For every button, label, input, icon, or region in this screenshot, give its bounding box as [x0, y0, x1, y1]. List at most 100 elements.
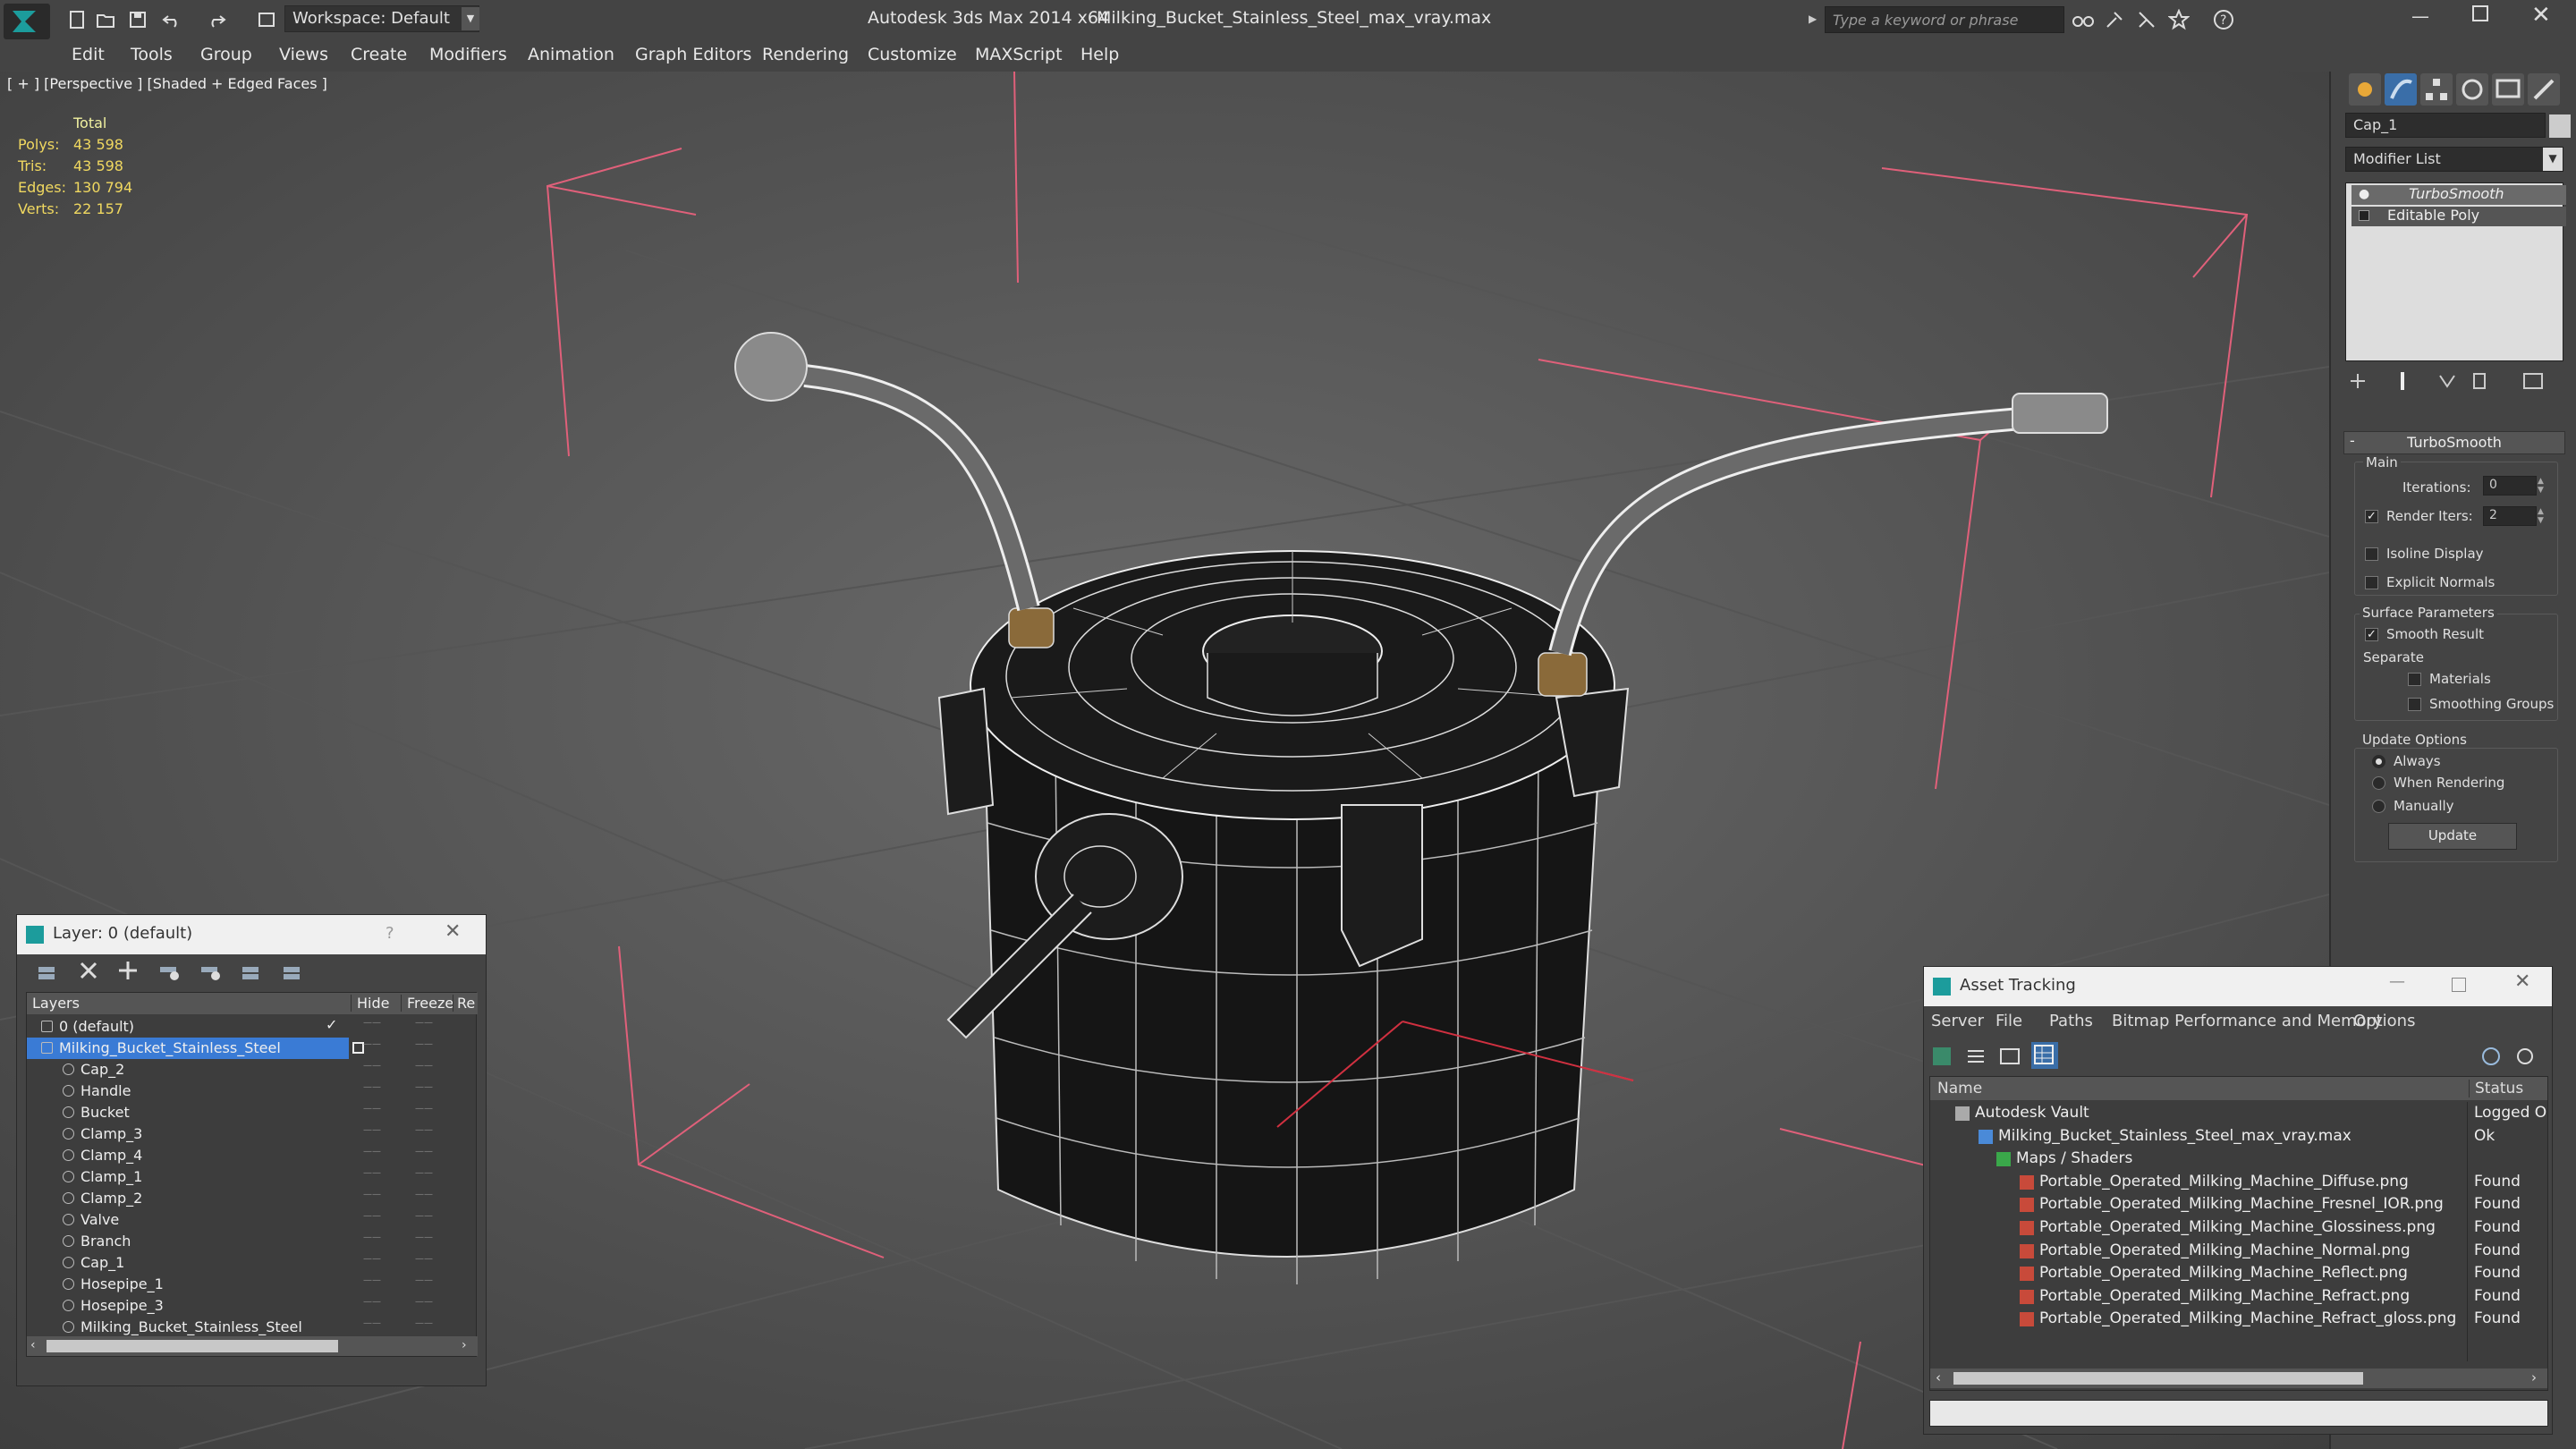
hide-toggle[interactable]: ——	[363, 1275, 381, 1285]
layer-object-row[interactable]: Branch —— ——	[27, 1231, 478, 1252]
asset-row[interactable]: Portable_Operated_Milking_Machine_Refrac…	[1930, 1285, 2547, 1309]
asset-path-field[interactable]	[1929, 1400, 2548, 1427]
freeze-toggle[interactable]: ——	[415, 1082, 433, 1092]
scroll-thumb[interactable]	[1953, 1372, 2363, 1385]
hide-toggle[interactable]: ——	[363, 1233, 381, 1242]
col-freeze[interactable]: Freeze	[401, 995, 453, 1012]
select-in-layer-icon[interactable]	[157, 958, 183, 985]
asset-maximize-icon[interactable]	[2452, 978, 2466, 992]
freeze-toggle[interactable]: ——	[415, 1125, 433, 1135]
always-radio[interactable]	[2372, 755, 2385, 768]
create-layer-icon[interactable]	[35, 958, 62, 985]
menu-modifiers[interactable]: Modifiers	[429, 45, 507, 64]
show-end-result-icon[interactable]	[2390, 369, 2417, 395]
update-button[interactable]: Update	[2388, 823, 2517, 850]
new-file-icon[interactable]	[66, 9, 91, 34]
layer-panel-help-icon[interactable]: ?	[386, 924, 394, 943]
app-logo-icon[interactable]	[4, 4, 50, 39]
list-view-icon[interactable]	[1963, 1044, 1990, 1071]
asset-row[interactable]: Portable_Operated_Milking_Machine_Glossi…	[1930, 1216, 2547, 1240]
scroll-right-icon[interactable]: ›	[462, 1338, 467, 1352]
menu-tools[interactable]: Tools	[131, 45, 173, 64]
hide-toggle[interactable]: ——	[363, 1147, 381, 1157]
render-iters-spinner[interactable]: 2 ▲ ▼	[2483, 506, 2544, 526]
layer-object-row[interactable]: Valve —— ——	[27, 1209, 478, 1231]
col-layers[interactable]: Layers	[32, 995, 80, 1012]
hide-toggle[interactable]: ——	[363, 1082, 381, 1092]
layer-object-row[interactable]: Clamp_3 —— ——	[27, 1123, 478, 1145]
hide-toggle[interactable]: ——	[363, 1039, 381, 1049]
workspace-arrow-button[interactable]: ▼	[462, 7, 479, 30]
delete-layer-icon[interactable]	[76, 958, 103, 985]
current-layer-check-icon[interactable]: ✓	[326, 1016, 337, 1033]
layer-object-row[interactable]: Clamp_1 —— ——	[27, 1166, 478, 1188]
layer-panel-close-icon[interactable]: ✕	[445, 920, 461, 943]
asset-settings-icon[interactable]	[2512, 1044, 2539, 1071]
freeze-toggle[interactable]: ——	[415, 1211, 433, 1221]
create-tab-icon[interactable]	[2349, 73, 2381, 106]
lightbulb-icon[interactable]: ●	[2359, 187, 2369, 201]
asset-row[interactable]: Portable_Operated_Milking_Machine_Refrac…	[1930, 1308, 2547, 1331]
hide-toggle[interactable]: ——	[363, 1254, 381, 1264]
freeze-toggle[interactable]: ——	[415, 1254, 433, 1264]
asset-row[interactable]: Milking_Bucket_Stainless_Steel_max_vray.…	[1930, 1125, 2547, 1148]
maximize-button[interactable]	[2472, 5, 2488, 21]
freeze-toggle[interactable]: ——	[415, 1104, 433, 1114]
viewport-label[interactable]: [ + ] [Perspective ] [Shaded + Edged Fac…	[7, 75, 327, 92]
open-file-icon[interactable]	[95, 9, 120, 34]
layer-row[interactable]: Milking_Bucket_Stainless_Steel —— ——	[27, 1038, 433, 1059]
menu-help[interactable]: Help	[1080, 45, 1119, 64]
workspace-dropdown[interactable]: Workspace: Default ▼	[284, 5, 479, 32]
freeze-toggle[interactable]: ——	[415, 1168, 433, 1178]
subscription-icon[interactable]	[2104, 9, 2129, 34]
asset-menu-file[interactable]: File	[1996, 1012, 2022, 1030]
layer-object-row[interactable]: Bucket —— ——	[27, 1102, 478, 1123]
object-name-field[interactable]: Cap_1	[2345, 113, 2546, 138]
hide-toggle[interactable]: ——	[363, 1168, 381, 1178]
modify-tab-icon[interactable]	[2385, 73, 2417, 106]
freeze-toggle[interactable]: ——	[415, 1190, 433, 1199]
configure-modifier-sets-icon[interactable]	[2521, 369, 2547, 395]
col-name[interactable]: Name	[1937, 1080, 1982, 1097]
asset-row[interactable]: Maps / Shaders	[1930, 1148, 2547, 1171]
remove-modifier-icon[interactable]	[2467, 369, 2494, 395]
help-icon[interactable]: ?	[2213, 9, 2238, 34]
search-arrow-icon[interactable]: ▶	[1809, 13, 1817, 25]
isoline-display-checkbox[interactable]	[2365, 547, 2378, 561]
hide-all-layers-icon[interactable]	[239, 958, 266, 985]
col-status[interactable]: Status	[2469, 1080, 2523, 1097]
asset-minimize-icon[interactable]: —	[2389, 972, 2405, 991]
details-view-icon[interactable]	[1997, 1044, 2024, 1071]
bucket-model[interactable]	[937, 550, 1630, 1284]
menu-views[interactable]: Views	[279, 45, 328, 64]
menu-graph-editors[interactable]: Graph Editors	[635, 45, 751, 64]
menu-maxscript[interactable]: MAXScript	[975, 45, 1063, 64]
motion-tab-icon[interactable]	[2456, 73, 2488, 106]
freeze-toggle[interactable]: ——	[415, 1297, 433, 1307]
layer-object-row[interactable]: Cap_2 —— ——	[27, 1059, 478, 1080]
iterations-spinner[interactable]: 0 ▲ ▼	[2483, 476, 2544, 496]
freeze-toggle[interactable]: ——	[415, 1061, 433, 1071]
hierarchy-tab-icon[interactable]	[2420, 73, 2453, 106]
highlight-layer-icon[interactable]	[198, 958, 225, 985]
pin-stack-icon[interactable]	[2345, 369, 2372, 395]
spinner-arrows-icon[interactable]: ▲ ▼	[2538, 507, 2548, 525]
redo-icon[interactable]	[206, 9, 231, 34]
materials-checkbox[interactable]	[2408, 673, 2421, 686]
asset-menu-paths[interactable]: Paths	[2049, 1012, 2093, 1030]
asset-row[interactable]: Autodesk Vault Logged O	[1930, 1102, 2547, 1125]
asset-close-icon[interactable]: ✕	[2514, 970, 2530, 993]
freeze-toggle[interactable]: ——	[415, 1275, 433, 1285]
menu-edit[interactable]: Edit	[72, 45, 105, 64]
hide-toggle[interactable]: ——	[363, 1190, 381, 1199]
menu-group[interactable]: Group	[200, 45, 252, 64]
menu-animation[interactable]: Animation	[528, 45, 614, 64]
when-rendering-radio[interactable]	[2372, 776, 2385, 790]
stack-item-turbosmooth[interactable]: ● TurboSmooth	[2351, 185, 2566, 205]
make-unique-icon[interactable]	[2435, 369, 2462, 395]
render-iters-checkbox[interactable]: ✓	[2365, 510, 2378, 523]
menu-create[interactable]: Create	[351, 45, 407, 64]
layer-object-row[interactable]: Clamp_2 —— ——	[27, 1188, 478, 1209]
favorites-star-icon[interactable]	[2167, 8, 2193, 34]
layer-object-row[interactable]: Milking_Bucket_Stainless_Steel —— ——	[27, 1317, 478, 1338]
